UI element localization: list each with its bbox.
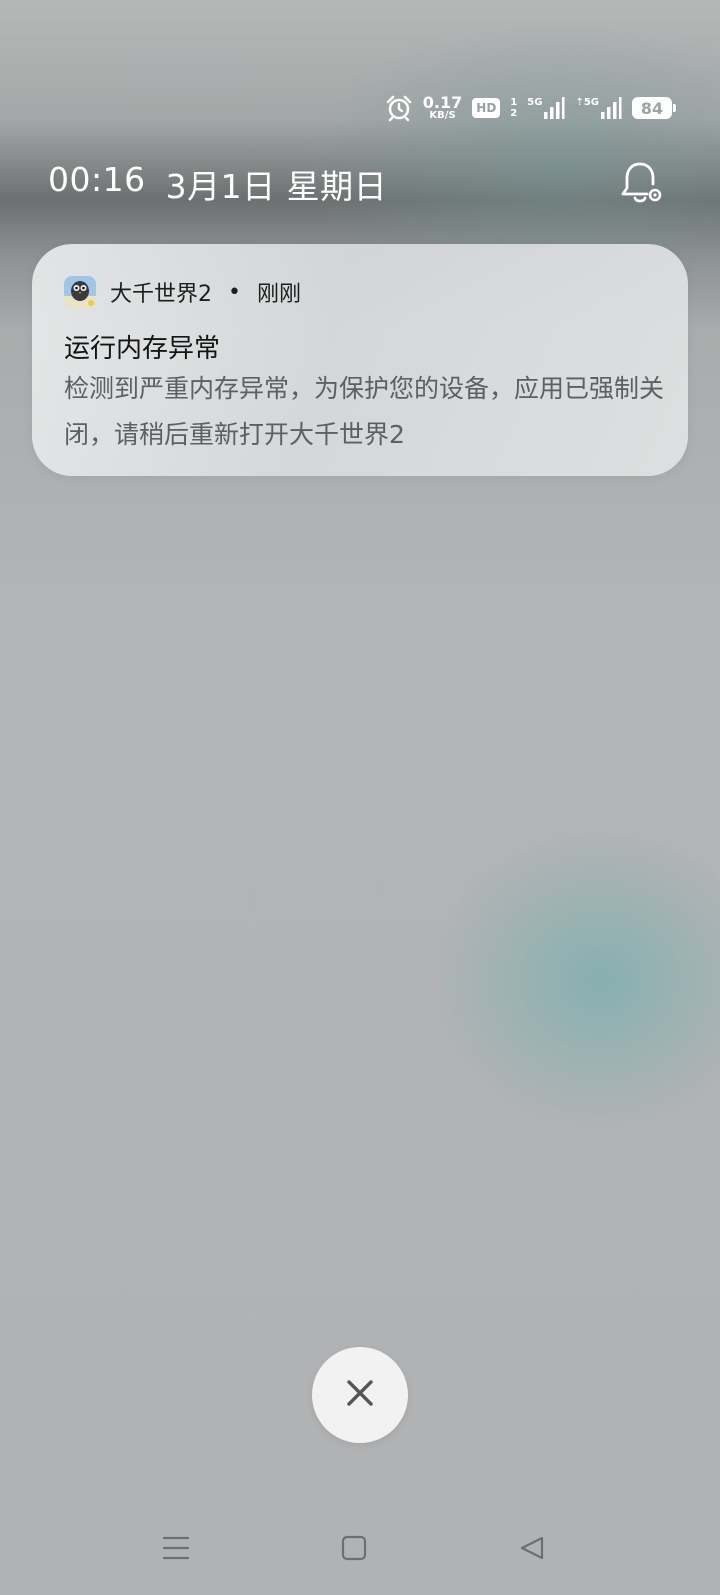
back-button[interactable] [510, 1530, 554, 1570]
sim2-network-text: 5G [583, 96, 599, 108]
close-icon [345, 1378, 375, 1412]
notification-body: 检测到严重内存异常，为保护您的设备，应用已强制关闭，请稍后重新打开大千世界2 [64, 374, 665, 449]
notification-title: 运行内存异常 [64, 334, 221, 364]
app-icon [64, 276, 96, 308]
sim1-network-label: 5G [527, 96, 543, 108]
header-separator: • [228, 279, 241, 305]
hd-badge: HD [472, 98, 501, 118]
notification-header: 大千世界2 • 刚刚 [64, 276, 301, 308]
menu-icon [162, 1535, 190, 1565]
sim-index-icon: 12 [510, 97, 518, 119]
notification-card[interactable]: 大千世界2 • 刚刚 运行内存异常 检测到严重内存异常，为保护您的设备，应用已强… [32, 244, 688, 476]
clock-date: 3月1日 [165, 167, 276, 206]
status-bar: 0.17 KB/S HD 12 5G ⇡5G 84 [385, 92, 676, 124]
home-square-icon [341, 1535, 367, 1565]
network-speed-value: 0.17 [422, 93, 463, 112]
navigation-bar [0, 1530, 720, 1570]
home-button[interactable] [332, 1530, 376, 1570]
clock-time: 00:16 [48, 160, 146, 199]
signal-sim1-icon: 5G [527, 96, 565, 120]
menu-button[interactable] [154, 1530, 198, 1570]
alarm-clock-icon [385, 94, 413, 122]
signal-sim2-icon: ⇡5G [575, 96, 622, 120]
sim2-network-label: ⇡5G [575, 96, 599, 108]
clock-weekday: 星期日 [286, 167, 388, 206]
lockscreen-clock: 00:16 3月1日 星期日 [48, 160, 387, 208]
app-name: 大千世界2 [110, 282, 212, 307]
date-weekday: 3月1日 星期日 [166, 160, 388, 208]
dismiss-button[interactable] [312, 1347, 408, 1443]
back-triangle-icon [519, 1535, 545, 1565]
notification-time: 刚刚 [256, 282, 301, 307]
battery-indicator: 84 [632, 97, 676, 119]
notification-settings-bell-icon[interactable] [616, 158, 666, 208]
network-speed: 0.17 KB/S [423, 95, 462, 121]
network-speed-unit: KB/S [429, 110, 456, 121]
